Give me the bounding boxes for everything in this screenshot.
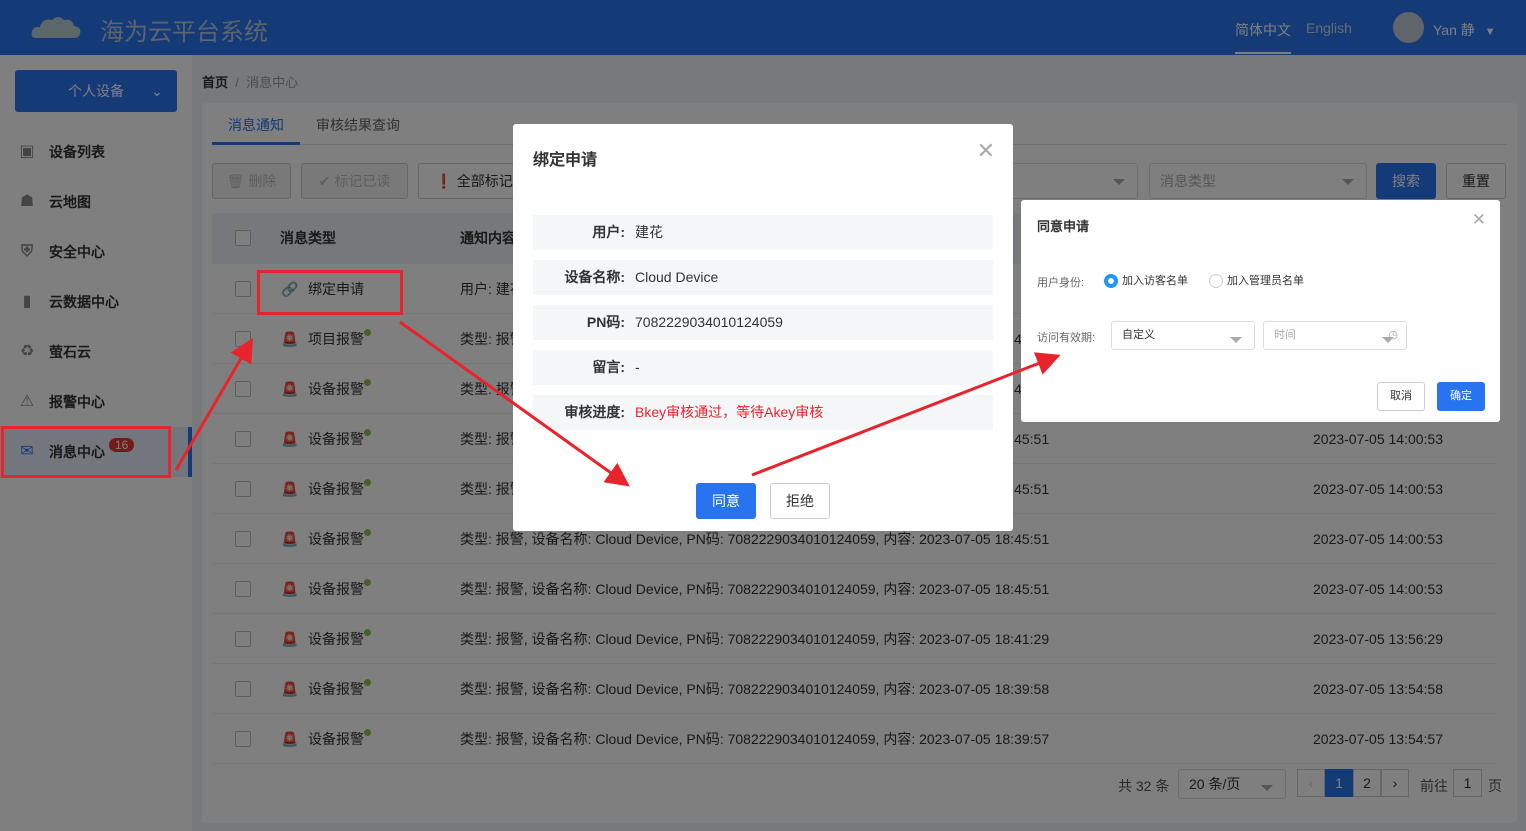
radio-checked-icon: [1104, 274, 1118, 289]
field-label: 用户:: [592, 224, 625, 240]
field-value: Bkey审核通过，等待Akey审核: [635, 404, 824, 420]
close-icon[interactable]: ✕: [1472, 210, 1486, 230]
reject-button[interactable]: 拒绝: [770, 483, 830, 519]
radio-admin[interactable]: 加入管理员名单: [1209, 272, 1304, 289]
annotation-box-bind-row: [257, 270, 403, 315]
validity-label: 访问有效期:: [1037, 332, 1096, 344]
field-value: Cloud Device: [635, 269, 719, 285]
annotation-box-sidebar: [1, 426, 171, 478]
field-user: 用户: 建花: [533, 215, 993, 250]
agree-button[interactable]: 同意: [696, 483, 756, 519]
field-device-name: 设备名称: Cloud Device: [533, 260, 993, 295]
field-value: 7082229034010124059: [635, 314, 783, 330]
clock-icon: ◷: [1388, 329, 1398, 341]
field-value: -: [635, 359, 640, 375]
dialog-title: 绑定申请: [533, 152, 598, 169]
radio-visitor[interactable]: 加入访客名单: [1104, 272, 1188, 289]
close-icon[interactable]: ✕: [977, 138, 995, 164]
field-label: 留言:: [592, 359, 625, 375]
dialog-title: 同意申请: [1037, 219, 1090, 234]
time-input[interactable]: 时间 ◷: [1263, 321, 1407, 350]
field-label: 审核进度:: [564, 404, 625, 420]
radio-unchecked-icon: [1209, 274, 1223, 289]
field-label: PN码:: [586, 314, 625, 330]
time-placeholder: 时间: [1274, 329, 1296, 341]
radio-label: 加入管理员名单: [1227, 275, 1304, 287]
confirm-button[interactable]: 确定: [1437, 382, 1485, 411]
field-value: 建花: [635, 224, 663, 240]
validity-select[interactable]: 自定义: [1111, 321, 1255, 350]
field-label: 设备名称:: [564, 269, 625, 285]
cancel-button[interactable]: 取消: [1377, 382, 1425, 411]
field-pn: PN码: 7082229034010124059: [533, 305, 993, 340]
identity-label: 用户身份:: [1037, 277, 1085, 289]
agree-dialog: 同意申请 ✕ 用户身份: 加入访客名单 加入管理员名单 访问有效期: 自定义 时…: [1021, 200, 1500, 422]
field-progress: 审核进度: Bkey审核通过，等待Akey审核: [533, 395, 993, 430]
field-message: 留言: -: [533, 350, 993, 385]
radio-label: 加入访客名单: [1122, 275, 1188, 287]
bind-request-dialog: 绑定申请 ✕ 用户: 建花 设备名称: Cloud Device PN码: 70822…: [513, 124, 1013, 531]
